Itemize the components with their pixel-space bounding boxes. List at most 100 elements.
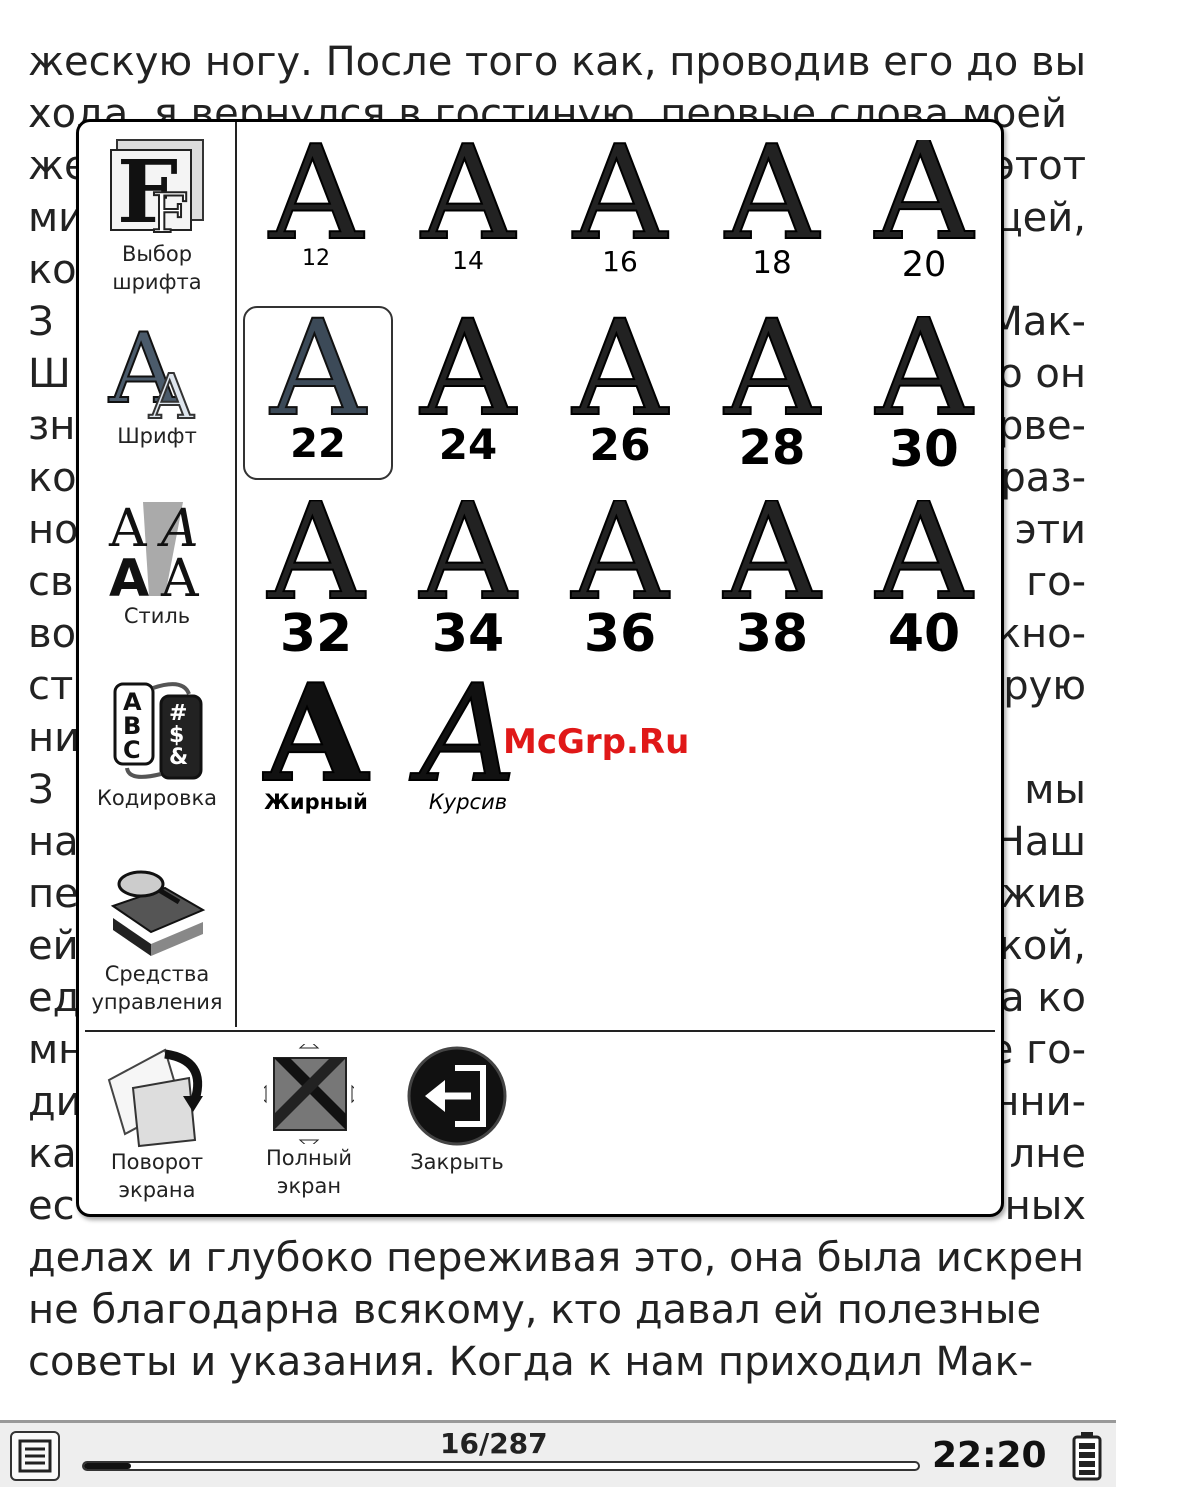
rotate-screen-icon [107, 1048, 203, 1148]
book-line-fragment: св [28, 559, 74, 605]
book-line: советы и указания. Когда к нам приходил … [28, 1336, 1086, 1388]
book-line-fragment: раз- [1000, 455, 1086, 501]
book-line-fragment: но [28, 507, 79, 553]
font-size-label: 22 [290, 421, 346, 467]
font-size-label: 26 [589, 420, 651, 471]
clock: 22:20 [932, 1435, 1047, 1476]
svg-text:A: A [571, 500, 671, 604]
svg-text:A: A [723, 316, 821, 420]
sidebar-label-controls: Средства управления [91, 962, 223, 1014]
font-size-label: 12 [302, 246, 330, 271]
book-line-fragment: лне [1009, 1131, 1086, 1177]
font-size-label: 16 [602, 245, 638, 278]
letter-a-icon: A [570, 316, 670, 420]
font-size-option-36[interactable]: A 36 [545, 500, 695, 660]
book-line-fragment: не благодарна всякому, кто давал ей поле… [28, 1287, 1042, 1333]
font-size-option-18[interactable]: A 18 [697, 140, 847, 279]
battery-icon [1072, 1432, 1102, 1481]
letter-a-icon: A [722, 500, 824, 604]
font-size-option-40[interactable]: A 40 [849, 500, 999, 660]
svg-text:A: A [420, 140, 517, 244]
style-option-bold[interactable]: A Жирный [241, 678, 391, 813]
letter-a-icon: A [418, 316, 518, 420]
book-line-fragment: мы [1024, 767, 1086, 813]
svg-text:A: A [268, 140, 365, 244]
book-line-fragment: жескую ногу. После того как, проводив ег… [28, 39, 1086, 85]
letter-a-icon: A [723, 140, 822, 244]
letter-a-icon: A [419, 140, 518, 244]
font-size-option-26[interactable]: A 26 [545, 316, 695, 468]
font-size-label: 24 [438, 420, 498, 469]
svg-text:A: A [148, 360, 195, 420]
font-size-option-20[interactable]: A 20 [849, 140, 999, 283]
sidebar-item-controls[interactable]: Средства управления [79, 866, 235, 1016]
book-line-fragment: Ш [28, 351, 71, 397]
sidebar-item-style[interactable]: A A A A Стиль [79, 498, 235, 630]
book-line-fragment: во [28, 611, 77, 657]
font-size-option-16[interactable]: A 16 [545, 140, 695, 276]
svg-text:A: A [269, 316, 367, 420]
style-icon: A A A A [108, 499, 200, 600]
font-size-label: 38 [735, 604, 809, 664]
bold-a-icon: A [261, 678, 371, 786]
svg-text:A: A [109, 549, 149, 600]
book-line-fragment: З [28, 767, 54, 813]
svg-text:F: F [151, 182, 188, 238]
font-size-option-30[interactable]: A 30 [849, 316, 999, 474]
font-size-label: 18 [752, 245, 792, 281]
rotate-screen-label: Поворот экрана [110, 1150, 204, 1202]
sidebar-item-font-select[interactable]: F F Выбор шрифта [79, 136, 235, 296]
bold-label: Жирный [264, 790, 368, 814]
sidebar-label-style: Стиль [123, 604, 191, 628]
fullscreen-button[interactable]: Полный экран [239, 1044, 379, 1200]
font-size-option-24[interactable]: A 24 [393, 316, 543, 466]
font-size-option-22[interactable]: A 22 [243, 306, 393, 480]
italic-label: Курсив [428, 790, 508, 814]
controls-icon [110, 870, 206, 956]
font-size-label: 14 [452, 246, 484, 275]
font-size-option-14[interactable]: A 14 [393, 140, 543, 273]
menu-button[interactable] [10, 1431, 60, 1481]
svg-text:A: A [262, 678, 370, 786]
font-size-option-12[interactable]: A 12 [241, 140, 391, 270]
book-line-fragment: рве- [997, 403, 1086, 449]
letter-a-icon: A [873, 140, 976, 244]
svg-text:A: A [419, 316, 517, 420]
book-line-fragment: пе [28, 871, 79, 917]
status-bar: 16/287 22:20 [0, 1420, 1116, 1487]
font-size-option-28[interactable]: A 28 [697, 316, 847, 472]
font-size-label: 28 [738, 420, 806, 476]
rotate-screen-button[interactable]: Поворот экрана [87, 1044, 227, 1204]
sidebar-item-encoding[interactable]: A B C # $ & Кодировка [79, 678, 235, 812]
svg-text:A: A [875, 500, 975, 604]
book-line-fragment: советы и указания. Когда к нам приходил … [28, 1339, 1034, 1385]
font-size-option-32[interactable]: A 32 [241, 500, 391, 660]
fullscreen-icon [264, 1044, 354, 1144]
book-line-fragment: ных [1004, 1183, 1086, 1229]
reading-progress[interactable] [82, 1461, 920, 1471]
font-size-option-38[interactable]: A 38 [697, 500, 847, 660]
book-line-fragment: ст [28, 663, 74, 709]
close-button[interactable]: Закрыть [387, 1044, 527, 1176]
font-size-label: 36 [583, 604, 657, 664]
book-line-fragment: ед [28, 975, 81, 1021]
book-line-fragment: Наш [994, 819, 1086, 865]
sidebar-item-font[interactable]: A A Шрифт [79, 314, 235, 450]
book-line-fragment: на [28, 819, 79, 865]
book-line-fragment: ко [28, 247, 77, 293]
font-size-label: 20 [901, 245, 947, 285]
svg-text:A: A [267, 500, 367, 604]
svg-text:A: A [160, 549, 200, 600]
book-line-fragment: этот [992, 143, 1086, 189]
font-size-option-34[interactable]: A 34 [393, 500, 543, 660]
svg-text:A: A [874, 140, 975, 244]
book-line-fragment: ес [28, 1183, 75, 1229]
divider [85, 1030, 995, 1032]
svg-text:&: & [169, 745, 188, 770]
letter-a-icon: A [267, 140, 366, 244]
svg-text:A: A [723, 500, 823, 604]
svg-text:C: C [123, 736, 141, 764]
book-line-fragment: эти [1014, 507, 1086, 553]
letter-a-icon: A [266, 500, 368, 604]
font-size-label: 40 [887, 604, 961, 664]
